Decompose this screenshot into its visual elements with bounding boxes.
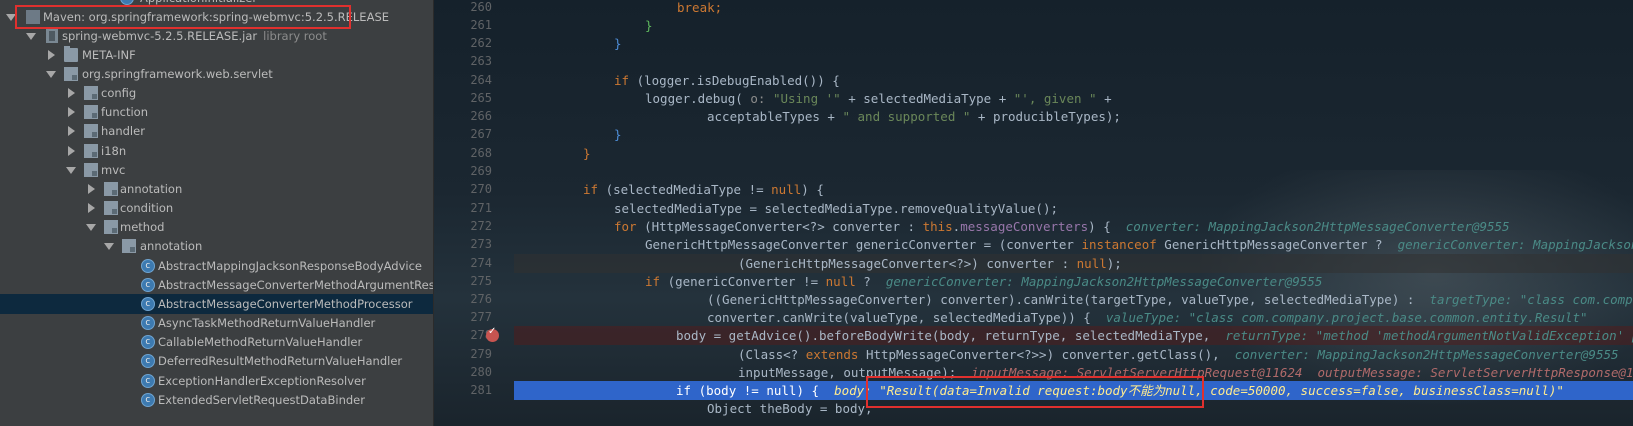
expand-arrow-icon[interactable] [46, 69, 56, 79]
collapse-arrow-icon[interactable] [86, 184, 96, 194]
package-icon [104, 182, 118, 196]
code-line-279: (Class<? extends HttpMessageConverter<?>… [738, 347, 1619, 362]
package-icon [104, 201, 118, 215]
class-icon [141, 313, 155, 333]
code-line-270: if (selectedMediaType != null) { [583, 182, 824, 197]
code-line-266: acceptableTypes + " and supported " + pr… [707, 109, 1121, 124]
code-line-278: body = getAdvice().beforeBodyWrite(body,… [676, 328, 1633, 343]
expand-arrow-icon[interactable] [66, 165, 76, 175]
package-icon [84, 163, 98, 177]
class-icon [141, 332, 155, 352]
jar-name: spring-webmvc-5.2.5.RELEASE.jar [62, 29, 258, 43]
tree-item-method[interactable]: method [0, 217, 433, 237]
jar-icon [46, 29, 58, 43]
ide-window: ApplicationInitializer Maven: org.spring… [0, 0, 1633, 426]
package-icon [122, 239, 136, 253]
collapse-arrow-icon[interactable] [66, 126, 76, 136]
code-line-276: ((GenericHttpMessageConverter) converter… [707, 292, 1633, 307]
tree-item-pkg-servlet[interactable]: org.springframework.web.servlet [0, 64, 433, 84]
expand-arrow-icon[interactable] [26, 31, 36, 41]
code-line-260: break; [677, 0, 723, 15]
code-line-267: } [614, 127, 622, 142]
tree-item-function[interactable]: function [0, 102, 433, 122]
tree-item-class-selected[interactable]: AbstractMessageConverterMethodProcessor [0, 294, 433, 314]
code-line-272: for (HttpMessageConverter<?> converter :… [614, 219, 1510, 234]
tree-item-handler[interactable]: handler [0, 121, 433, 141]
code-line-273: GenericHttpMessageConverter genericConve… [645, 237, 1633, 252]
code-line-274: (GenericHttpMessageConverter<?>) convert… [738, 256, 1122, 271]
code-editor[interactable]: 260 261 262 263 264 265 266 267 268 269 … [434, 0, 1633, 426]
code-line-271: selectedMediaType = selectedMediaType.re… [614, 201, 1059, 216]
tree-item-method-annotation[interactable]: annotation [0, 236, 433, 256]
tree-item-class[interactable]: DeferredResultMethodReturnValueHandler [0, 351, 433, 371]
class-icon [141, 275, 155, 295]
tree-item-annotation[interactable]: annotation [0, 179, 433, 199]
tree-item-class[interactable]: AsyncTaskMethodReturnValueHandler [0, 313, 433, 333]
package-icon [84, 124, 98, 138]
expand-arrow-icon[interactable] [104, 241, 114, 251]
collapse-arrow-icon[interactable] [86, 203, 96, 213]
folder-icon [64, 46, 78, 62]
package-icon [84, 105, 98, 119]
tree-item-meta-inf[interactable]: META-INF [0, 45, 433, 65]
tree-item-class[interactable]: ExtendedServletRequestDataBinder [0, 390, 433, 410]
project-tree: ApplicationInitializer Maven: org.spring… [0, 0, 434, 426]
code-line-262: } [614, 36, 622, 51]
class-icon [141, 256, 155, 276]
code-line-268: } [583, 146, 591, 161]
collapse-arrow-icon[interactable] [66, 107, 76, 117]
tree-item-condition[interactable]: condition [0, 198, 433, 218]
code-line-261: } [645, 18, 653, 33]
tree-item-config[interactable]: config [0, 83, 433, 103]
tree-item-class[interactable]: ExceptionHandlerExceptionResolver [0, 371, 433, 391]
package-icon [84, 86, 98, 100]
code-line-275: if (genericConverter != null ? genericCo… [645, 274, 1323, 289]
code-line-264: if (logger.isDebugEnabled()) { [614, 73, 840, 88]
tree-item-mvc[interactable]: mvc [0, 160, 433, 180]
code-line-277: converter.canWrite(valueType, selectedMe… [707, 310, 1588, 325]
expand-arrow-icon[interactable] [86, 222, 96, 232]
collapse-arrow-icon[interactable] [66, 146, 76, 156]
library-root-note: library root [263, 29, 327, 43]
tree-item-jar[interactable]: spring-webmvc-5.2.5.RELEASE.jar library r… [0, 26, 433, 46]
tree-item-class[interactable]: AbstractMessageConverterMethodArgumentRe… [0, 275, 433, 295]
collapse-arrow-icon[interactable] [66, 88, 76, 98]
highlight-box-body-value [866, 376, 1204, 408]
tree-item-class[interactable]: CallableMethodReturnValueHandler [0, 332, 433, 352]
package-icon [104, 220, 118, 234]
collapse-arrow-icon[interactable] [46, 50, 56, 60]
package-icon [84, 144, 98, 158]
class-icon [141, 294, 155, 314]
class-icon [141, 351, 155, 371]
code-line-265: logger.debug( o: "Using '" + selectedMed… [645, 91, 1112, 106]
class-icon [141, 371, 155, 391]
package-icon [64, 67, 78, 81]
class-icon [141, 390, 155, 410]
tree-item-class[interactable]: AbstractMappingJacksonResponseBodyAdvice [0, 256, 433, 276]
tree-item-i18n[interactable]: i18n [0, 141, 433, 161]
